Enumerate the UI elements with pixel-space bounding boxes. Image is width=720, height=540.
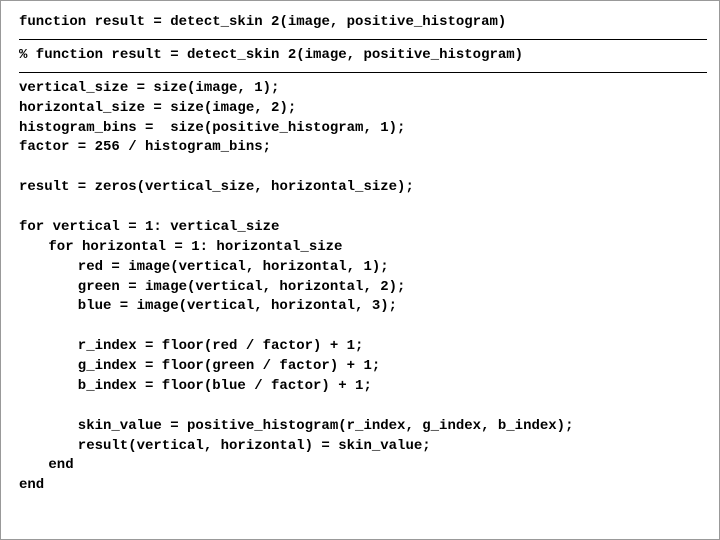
blank-line — [19, 158, 707, 178]
code-line: histogram_bins = size(positive_histogram… — [19, 119, 707, 139]
comment-line: % function result = detect_skin 2(image,… — [19, 46, 707, 66]
end-inner: end — [19, 456, 707, 476]
for-inner: for horizontal = 1: horizontal_size — [19, 238, 707, 258]
for-outer: for vertical = 1: vertical_size — [19, 218, 707, 238]
blank-line — [19, 397, 707, 417]
code-line: vertical_size = size(image, 1); — [19, 79, 707, 99]
blank-line — [19, 198, 707, 218]
code-line: horizontal_size = size(image, 2); — [19, 99, 707, 119]
code-line: factor = 256 / histogram_bins; — [19, 138, 707, 158]
code-line: b_index = floor(blue / factor) + 1; — [19, 377, 707, 397]
code-line: blue = image(vertical, horizontal, 3); — [19, 297, 707, 317]
divider — [19, 39, 707, 40]
code-line: g_index = floor(green / factor) + 1; — [19, 357, 707, 377]
code-line: r_index = floor(red / factor) + 1; — [19, 337, 707, 357]
code-line: result = zeros(vertical_size, horizontal… — [19, 178, 707, 198]
function-signature: function result = detect_skin 2(image, p… — [19, 13, 707, 33]
code-line: green = image(vertical, horizontal, 2); — [19, 278, 707, 298]
code-line: result(vertical, horizontal) = skin_valu… — [19, 437, 707, 457]
code-slide: function result = detect_skin 2(image, p… — [0, 0, 720, 540]
end-outer: end — [19, 476, 707, 496]
divider — [19, 72, 707, 73]
code-line: red = image(vertical, horizontal, 1); — [19, 258, 707, 278]
blank-line — [19, 317, 707, 337]
code-line: skin_value = positive_histogram(r_index,… — [19, 417, 707, 437]
